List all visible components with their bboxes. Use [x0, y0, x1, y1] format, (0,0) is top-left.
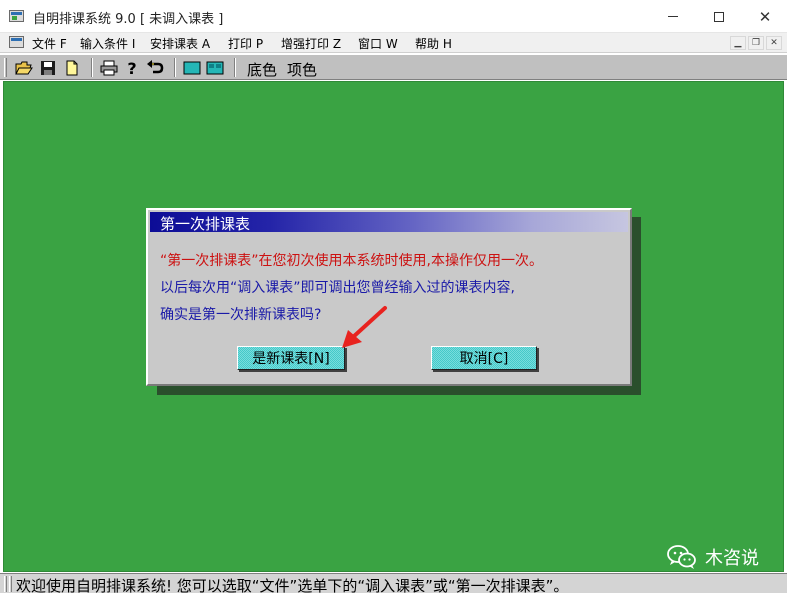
maximize-button[interactable] — [696, 0, 742, 33]
close-button[interactable]: ✕ — [742, 0, 787, 33]
toolbar-grip[interactable] — [4, 58, 7, 77]
annotation-arrow-icon — [342, 306, 387, 348]
maximize-icon — [714, 11, 724, 22]
status-grip — [4, 576, 7, 592]
dialog-message-line-1: “第一次排课表”在您初次使用本系统时使用,本操作仅用一次。 — [160, 253, 543, 269]
app-icon[interactable] — [9, 10, 24, 22]
view-button-2[interactable] — [205, 58, 225, 77]
doc-close-button[interactable]: ✕ — [766, 36, 782, 50]
new-file-icon — [66, 60, 78, 75]
print-button[interactable] — [99, 58, 119, 77]
menu-arrange-schedule[interactable]: 安排课表 A — [150, 35, 210, 52]
wechat-icon — [667, 545, 696, 569]
teal-window-icon — [183, 61, 201, 74]
save-button[interactable] — [38, 58, 58, 77]
minimize-icon — [668, 16, 678, 17]
menu-enhanced-print[interactable]: 增强打印 Z — [281, 35, 341, 52]
background-color-button[interactable]: 底色 — [247, 59, 277, 80]
dialog-message-line-3: 确实是第一次排新课表吗? — [160, 307, 322, 323]
view-button-1[interactable] — [182, 58, 202, 77]
menu-print[interactable]: 打印 P — [228, 35, 263, 52]
watermark-text: 木咨说 — [705, 548, 759, 569]
undo-button[interactable] — [145, 58, 165, 77]
item-color-button[interactable]: 项色 — [287, 59, 317, 80]
undo-icon — [147, 59, 164, 73]
help-button[interactable]: ? — [122, 58, 142, 77]
toolbar-separator — [174, 58, 176, 77]
menu-help[interactable]: 帮助 H — [415, 35, 452, 52]
title-bar: 自明排课系统 9.0 [ 未调入课表 ] ✕ — [0, 0, 787, 33]
open-button[interactable] — [14, 58, 34, 77]
doc-minimize-button[interactable]: ▁ — [730, 36, 746, 50]
teal-grid-icon — [206, 61, 224, 74]
document-system-icon[interactable] — [9, 36, 24, 48]
toolbar: ? 底色 项色 — [0, 54, 787, 80]
save-icon — [41, 60, 55, 75]
menu-input-conditions[interactable]: 输入条件 I — [80, 35, 135, 52]
menu-window[interactable]: 窗口 W — [358, 35, 398, 52]
status-grip — [9, 576, 12, 592]
svg-text:?: ? — [127, 60, 136, 76]
menu-file[interactable]: 文件 F — [32, 35, 67, 52]
doc-restore-button[interactable]: ❐ — [748, 36, 764, 50]
menu-bar: 文件 F 输入条件 I 安排课表 A 打印 P 增强打印 Z 窗口 W 帮助 H… — [0, 33, 787, 53]
toolbar-separator — [234, 58, 236, 77]
window-title: 自明排课系统 9.0 [ 未调入课表 ] — [33, 12, 224, 27]
cancel-button[interactable]: 取消[C] — [431, 346, 537, 370]
dialog-title-bar[interactable]: 第一次排课表 — [150, 212, 628, 233]
close-icon: ✕ — [758, 7, 772, 26]
open-folder-icon — [15, 61, 33, 74]
dialog-title: 第一次排课表 — [160, 215, 251, 233]
status-text: 欢迎使用自明排课系统! 您可以选取“文件”选单下的“调入课表”或“第一次排课表”… — [16, 577, 569, 593]
new-schedule-button[interactable]: 是新课表[N] — [237, 346, 345, 370]
help-icon: ? — [127, 60, 136, 76]
dialog-message-line-2: 以后每次用“调入课表”即可调出您曾经输入过的课表内容, — [160, 280, 515, 296]
print-icon — [100, 60, 118, 75]
toolbar-separator — [91, 58, 93, 77]
status-bar: 欢迎使用自明排课系统! 您可以选取“文件”选单下的“调入课表”或“第一次排课表”… — [0, 573, 787, 593]
new-button[interactable] — [62, 58, 82, 77]
watermark: 木咨说 — [667, 543, 759, 571]
minimize-button[interactable] — [650, 0, 696, 33]
